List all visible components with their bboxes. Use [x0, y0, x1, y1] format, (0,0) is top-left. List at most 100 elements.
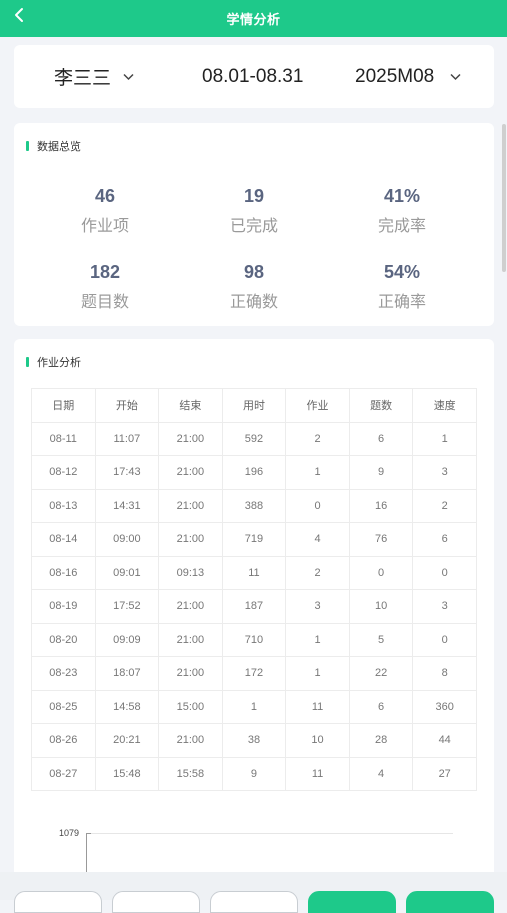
table-cell: 21:00 [158, 622, 223, 657]
student-name: 李三三 [54, 68, 112, 89]
column-header: 题数 [348, 388, 414, 423]
table-cell: 11 [285, 689, 350, 724]
stat-completion-rate: 41% 完成率 [377, 186, 426, 235]
table-cell: 21:00 [158, 455, 223, 490]
table-cell: 20:21 [94, 723, 160, 758]
student-selector[interactable]: 李三三 [54, 45, 134, 108]
column-header: 结束 [158, 388, 223, 423]
chart-gridline [91, 833, 453, 834]
table-cell: 710 [221, 622, 287, 657]
homework-table: 日期 开始 结束 用时 作业 题数 速度 08-11 11:07 21:00 592 2… [31, 388, 477, 791]
app-header: 学情分析 [0, 0, 507, 37]
table-cell: 21:00 [158, 522, 223, 557]
stat-completed: 19 已完成 [229, 186, 278, 235]
table-cell: 21:00 [158, 421, 223, 456]
table-cell: 5 [348, 622, 414, 657]
table-cell: 11 [285, 756, 350, 791]
table-cell: 38 [221, 723, 287, 758]
table-cell: 21:00 [158, 723, 223, 758]
table-cell: 0 [412, 555, 477, 590]
table-cell: 11:07 [94, 421, 160, 456]
table-cell: 9 [348, 455, 414, 490]
table-cell: 2 [285, 555, 350, 590]
table-cell: 360 [412, 689, 477, 724]
bottom-action-bar [0, 872, 507, 913]
table-cell: 08-26 [31, 723, 96, 758]
table-cell: 592 [221, 421, 287, 456]
bottom-button-4[interactable] [308, 891, 396, 913]
table-cell: 6 [348, 421, 414, 456]
table-cell: 21:00 [158, 589, 223, 624]
column-header: 日期 [31, 388, 96, 423]
month-selector[interactable]: 2025M08 [355, 45, 461, 108]
chart-y-axis-max-label: 1079 [59, 828, 80, 838]
table-cell: 6 [348, 689, 414, 724]
date-range-selector[interactable]: 08.01-08.31 [202, 45, 303, 108]
stat-homework-items: 46 作业项 [80, 186, 129, 235]
table-header-row: 日期 开始 结束 用时 作业 题数 速度 [31, 388, 477, 423]
table-cell: 6 [412, 522, 477, 557]
bottom-button-3[interactable] [210, 891, 298, 913]
table-cell: 21:00 [158, 488, 223, 523]
table-cell: 08-16 [31, 555, 96, 590]
table-cell: 0 [412, 622, 477, 657]
table-cell: 0 [285, 488, 350, 523]
table-row: 08-16 09:01 09:13 11 2 0 0 [31, 555, 477, 590]
table-row: 08-14 09:00 21:00 719 4 76 6 [31, 522, 477, 557]
table-cell: 4 [348, 756, 414, 791]
table-cell: 09:00 [94, 522, 160, 557]
table-cell: 1 [285, 656, 350, 691]
accent-bar [26, 141, 29, 151]
table-cell: 08-20 [31, 622, 96, 657]
column-header: 作业 [285, 388, 350, 423]
table-cell: 11 [221, 555, 287, 590]
back-button[interactable] [8, 6, 30, 28]
table-cell: 08-12 [31, 455, 96, 490]
table-cell: 08-19 [31, 589, 96, 624]
table-cell: 14:58 [94, 689, 160, 724]
table-cell: 0 [348, 555, 414, 590]
table-cell: 08-23 [31, 656, 96, 691]
table-row: 08-19 17:52 21:00 187 3 10 3 [31, 589, 477, 624]
table-cell: 17:52 [94, 589, 160, 624]
table-row: 08-27 15:48 15:58 9 11 4 27 [31, 756, 477, 791]
table-cell: 76 [348, 522, 414, 557]
table-cell: 10 [285, 723, 350, 758]
chevron-down-icon [123, 73, 134, 81]
table-cell: 1 [221, 689, 287, 724]
table-cell: 3 [285, 589, 350, 624]
table-cell: 719 [221, 522, 287, 557]
table-cell: 9 [221, 756, 287, 791]
table-cell: 09:09 [94, 622, 160, 657]
table-cell: 44 [412, 723, 477, 758]
table-cell: 18:07 [94, 656, 160, 691]
table-cell: 22 [348, 656, 414, 691]
table-cell: 21:00 [158, 656, 223, 691]
table-cell: 8 [412, 656, 477, 691]
table-cell: 10 [348, 589, 414, 624]
filter-bar: 李三三 08.01-08.31 2025M08 [14, 45, 494, 108]
table-cell: 15:00 [158, 689, 223, 724]
bottom-button-1[interactable] [14, 891, 102, 913]
chevron-down-icon [450, 73, 461, 81]
stat-correct-count: 98 正确数 [229, 262, 278, 311]
table-cell: 08-11 [31, 421, 96, 456]
table-cell: 28 [348, 723, 414, 758]
column-header: 速度 [412, 388, 477, 423]
analysis-card: 作业分析 日期 开始 结束 用时 作业 题数 速度 08-11 11:07 21:0… [14, 339, 494, 900]
table-cell: 172 [221, 656, 287, 691]
table-row: 08-23 18:07 21:00 172 1 22 8 [31, 656, 477, 691]
table-row: 08-25 14:58 15:00 1 11 6 360 [31, 689, 477, 724]
table-cell: 08-27 [31, 756, 96, 791]
date-range: 08.01-08.31 [202, 65, 304, 87]
table-cell: 2 [412, 488, 477, 523]
stat-accuracy-rate: 54% 正确率 [377, 262, 426, 311]
accent-bar [26, 357, 29, 367]
table-cell: 3 [412, 455, 477, 490]
page-scrollbar[interactable] [502, 124, 506, 272]
table-cell: 09:01 [94, 555, 160, 590]
table-cell: 27 [412, 756, 477, 791]
bottom-button-2[interactable] [112, 891, 200, 913]
table-cell: 09:13 [158, 555, 223, 590]
bottom-button-5[interactable] [406, 891, 494, 913]
